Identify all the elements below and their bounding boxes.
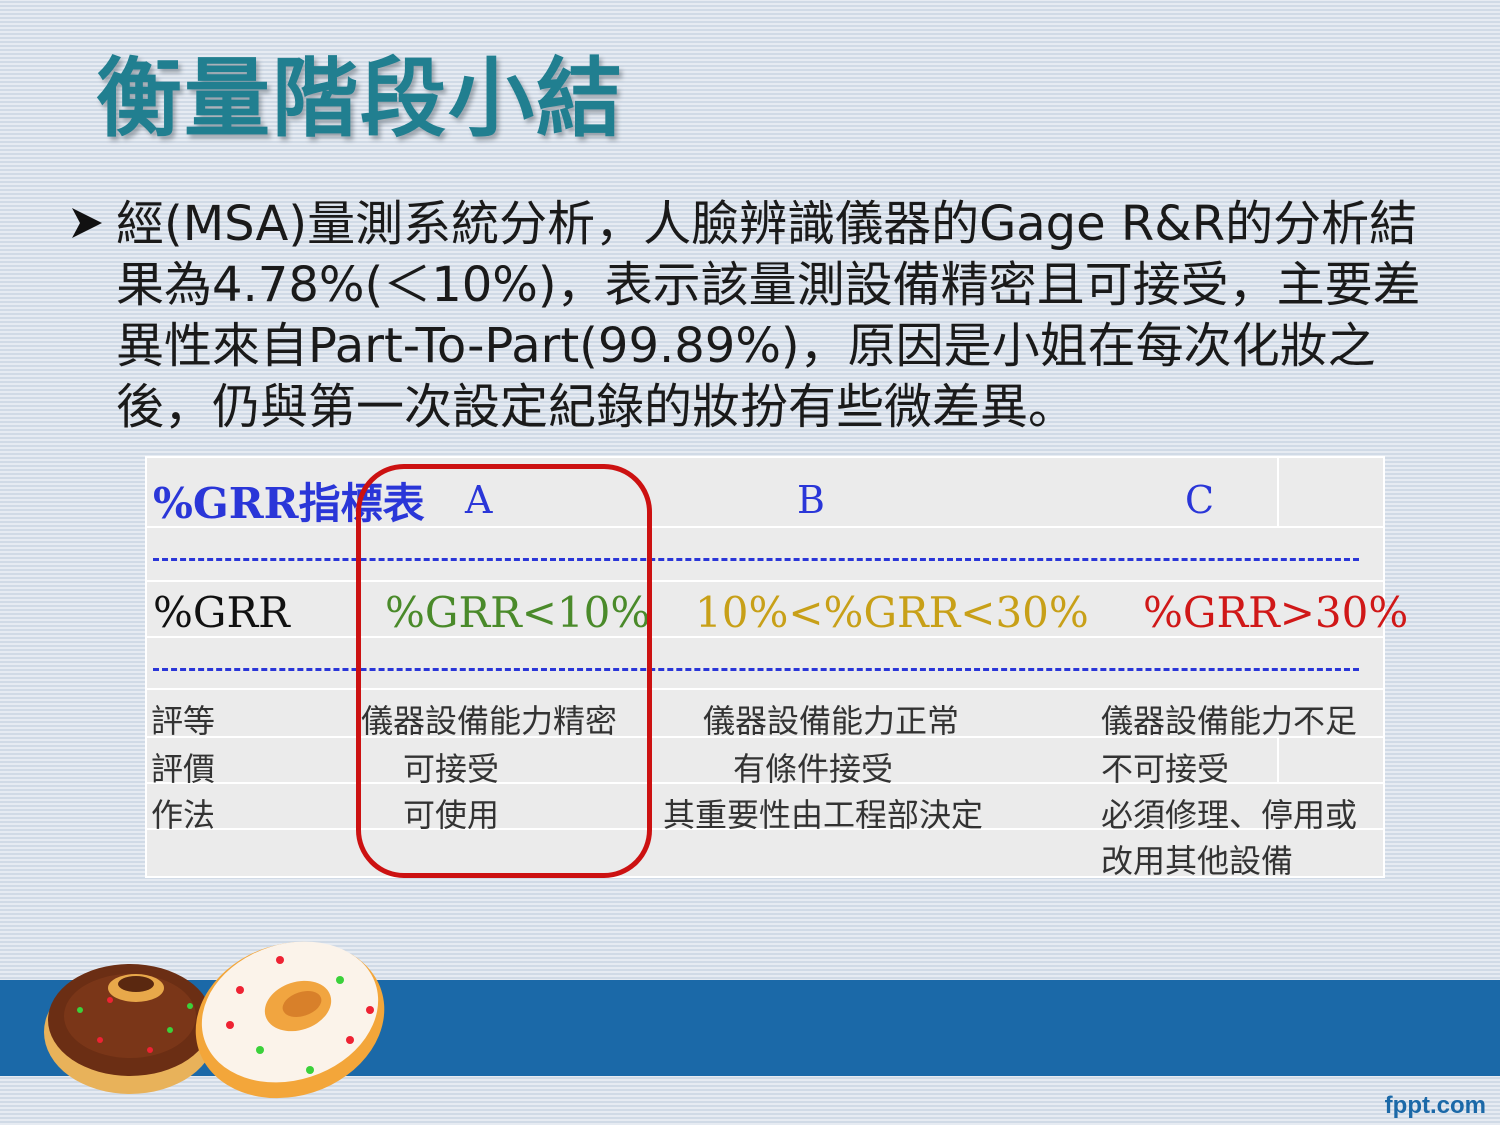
col-header-b: B <box>797 478 825 522</box>
cell-c: 儀器設備能力不足 <box>1101 702 1358 740</box>
dashed-divider <box>153 668 1359 671</box>
table-header-row: %GRR指標表 A B C <box>147 458 1383 528</box>
row-label: 評等 <box>151 702 216 740</box>
cell-c: 改用其他設備 <box>1101 842 1294 880</box>
grr-value-c: %GRR>30% <box>1143 588 1409 637</box>
col-header-c: C <box>1185 478 1215 522</box>
bullet-text: 經(MSA)量測系統分析，人臉辨識儀器的Gage R&R的分析結 果為4.78%… <box>116 194 1466 438</box>
slide-title: 衡量階段小結 <box>96 49 624 149</box>
table-row: 改用其他設備 <box>147 830 1383 880</box>
grr-label: %GRR <box>153 588 290 637</box>
fppt-logo[interactable]: fppt.com <box>1385 1092 1486 1120</box>
separator-row <box>147 528 1383 582</box>
dashed-divider <box>153 558 1359 561</box>
bullet-line-2: 果為4.78%(＜10%)，表示該量測設備精密且可接受，主要差 <box>116 257 1421 313</box>
table-divider <box>1277 738 1279 784</box>
highlight-circle <box>356 464 652 878</box>
bullet-line-1: 經(MSA)量測系統分析，人臉辨識儀器的Gage R&R的分析結 <box>116 196 1418 252</box>
grr-index-table: %GRR指標表 A B C %GRR %GRR<10% 10%<%GRR<30%… <box>145 456 1408 880</box>
grr-value-b: 10%<%GRR<30% <box>695 588 1089 637</box>
table-row: 作法 可使用 其重要性由工程部決定 必須修理、停用或 <box>147 784 1383 834</box>
donuts-illustration <box>44 941 385 1099</box>
separator-row-2 <box>147 638 1383 690</box>
cell-b: 儀器設備能力正常 <box>703 702 960 740</box>
table-row: 評價 可接受 有條件接受 不可接受 <box>147 738 1383 788</box>
bullet-line-4: 後，仍與第一次設定紀錄的妝扮有些微差異。 <box>116 379 1077 435</box>
table-row: 評等 儀器設備能力精密 儀器設備能力正常 儀器設備能力不足 <box>147 690 1383 740</box>
arrow-bullet-icon <box>72 208 102 238</box>
table-divider <box>1277 458 1279 528</box>
bullet-line-3: 異性來自Part-To-Part(99.89%)，原因是小姐在每次化妝之 <box>116 318 1376 374</box>
grr-row: %GRR %GRR<10% 10%<%GRR<30% %GRR>30% <box>147 582 1408 638</box>
